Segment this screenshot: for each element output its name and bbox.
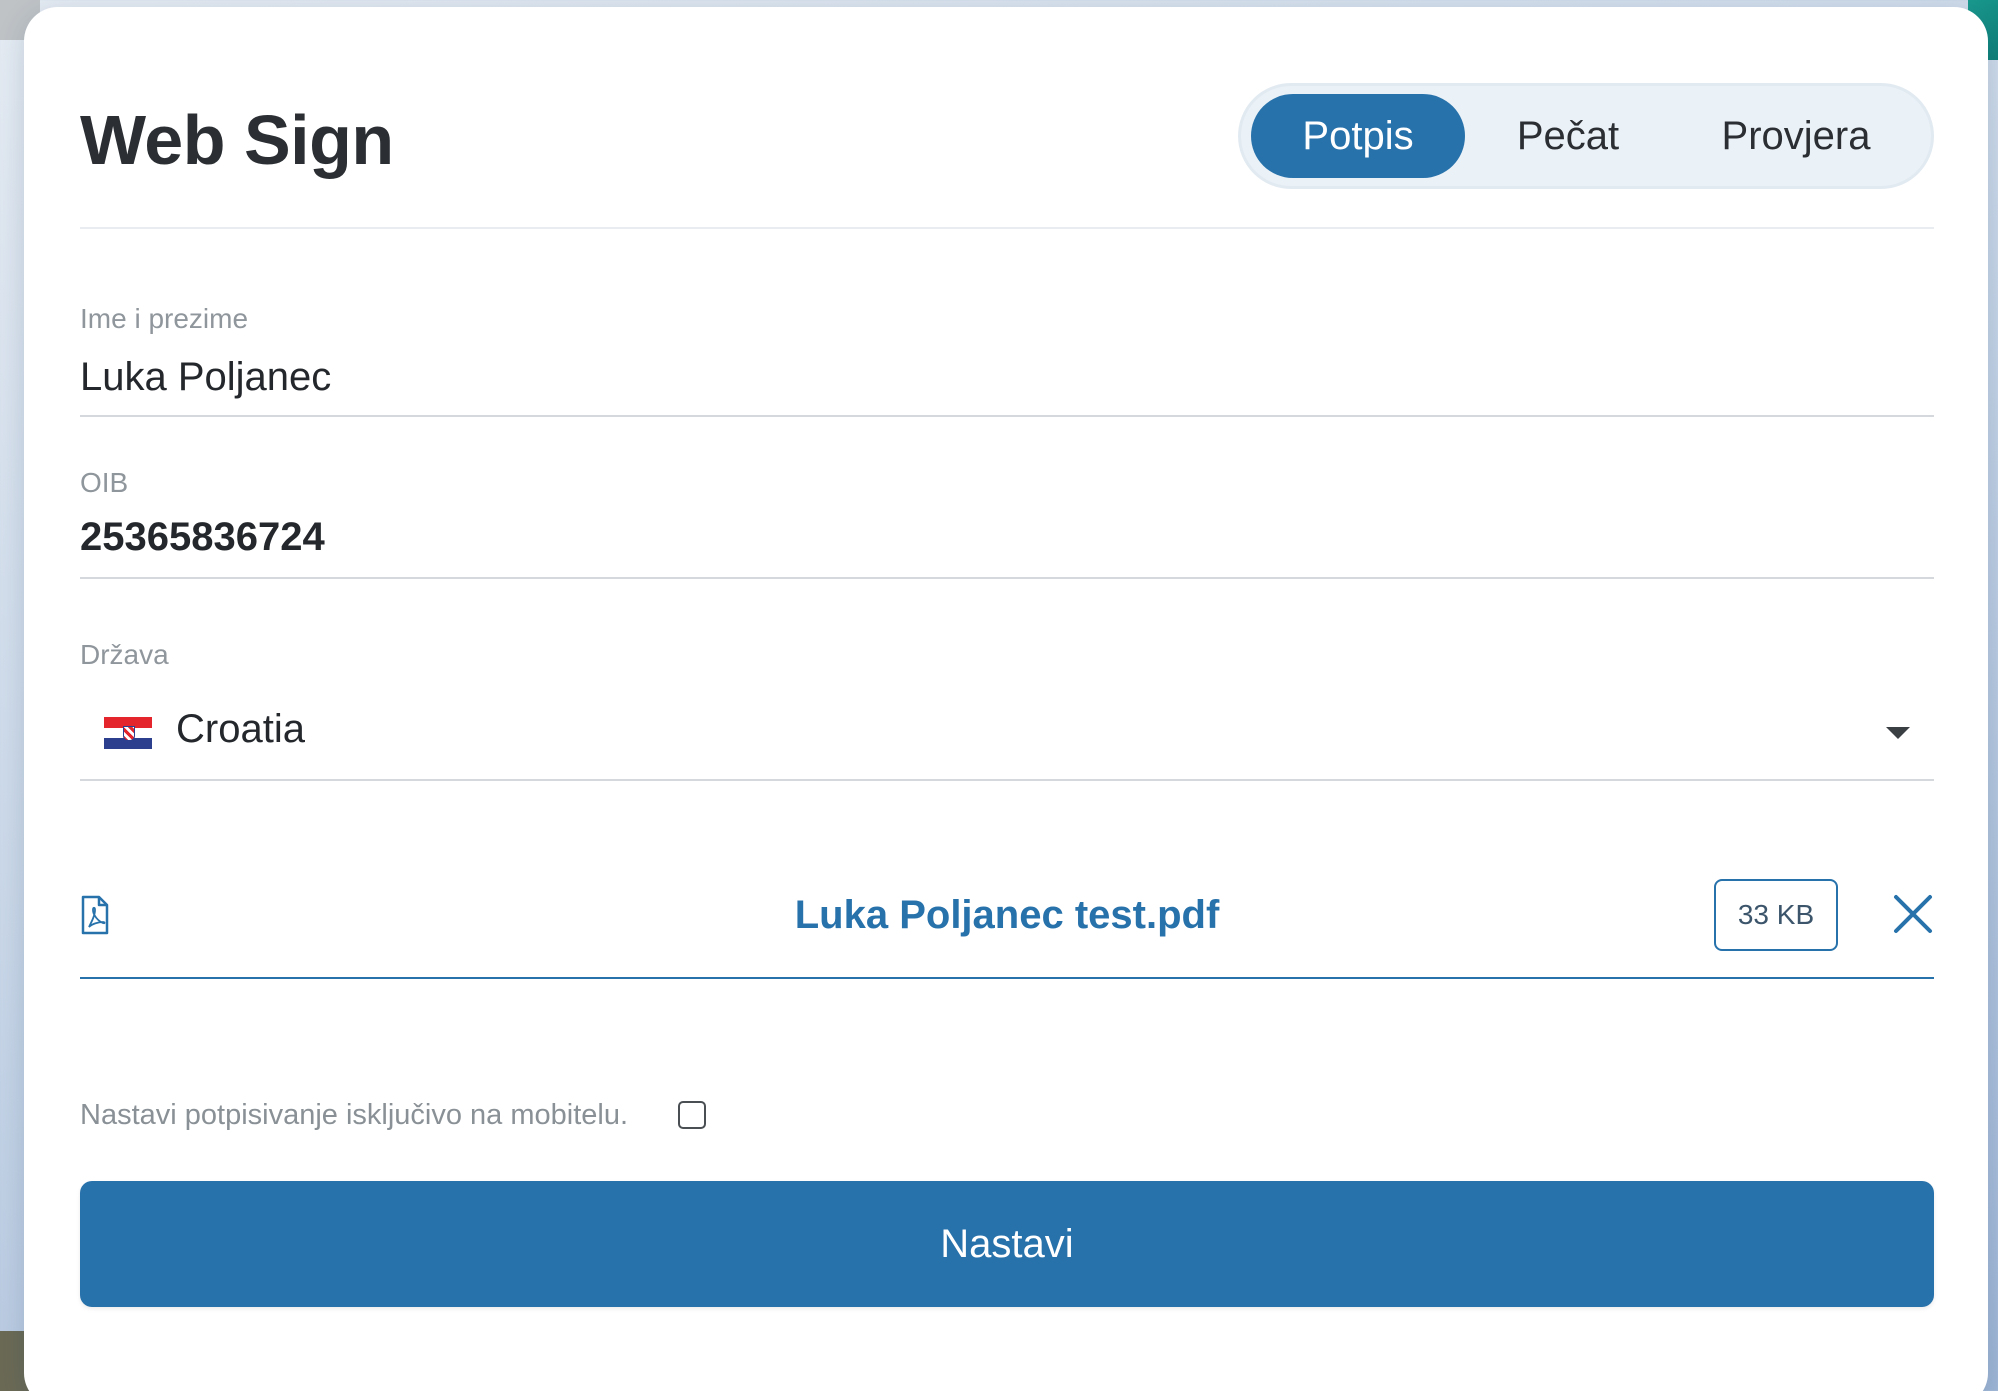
mobile-signing-label: Nastavi potpisivanje isključivo na mobit… [80,1098,629,1131]
name-field-value[interactable]: Luka Poljanec [80,355,331,400]
oib-field[interactable]: OIB 25365836724 [80,459,1934,579]
continue-button[interactable]: Nastavi [80,1181,1934,1307]
close-icon[interactable] [1892,893,1934,935]
card-header: Web Sign Potpis Pečat Provjera [80,7,1934,229]
mobile-signing-option: Nastavi potpisivanje isključivo na mobit… [80,1093,707,1137]
country-select[interactable]: Croatia [80,703,1934,769]
uploaded-file-row: Luka Poljanec test.pdf 33 KB [80,869,1934,979]
oib-field-value[interactable]: 25365836724 [80,515,325,560]
croatia-flag-icon [104,717,152,749]
chevron-down-icon[interactable] [1886,727,1910,739]
country-select-value: Croatia [176,707,305,751]
page-title: Web Sign [80,101,394,179]
country-field-label: Država [80,639,169,670]
name-field[interactable]: Ime i prezime Luka Poljanec [80,297,1934,417]
mobile-signing-checkbox[interactable] [678,1101,707,1129]
file-size-badge: 33 KB [1714,879,1838,951]
mode-tabs: Potpis Pečat Provjera [1238,83,1934,189]
name-field-label: Ime i prezime [80,303,249,334]
tab-pecat[interactable]: Pečat [1465,94,1671,178]
sign-card: Web Sign Potpis Pečat Provjera Ime i pre… [24,7,1988,1391]
tab-provjera[interactable]: Provjera [1671,94,1921,178]
oib-field-label: OIB [80,467,129,498]
file-name[interactable]: Luka Poljanec test.pdf [80,893,1934,938]
country-field: Država Croatia [80,633,1934,781]
tab-potpis[interactable]: Potpis [1251,94,1465,178]
